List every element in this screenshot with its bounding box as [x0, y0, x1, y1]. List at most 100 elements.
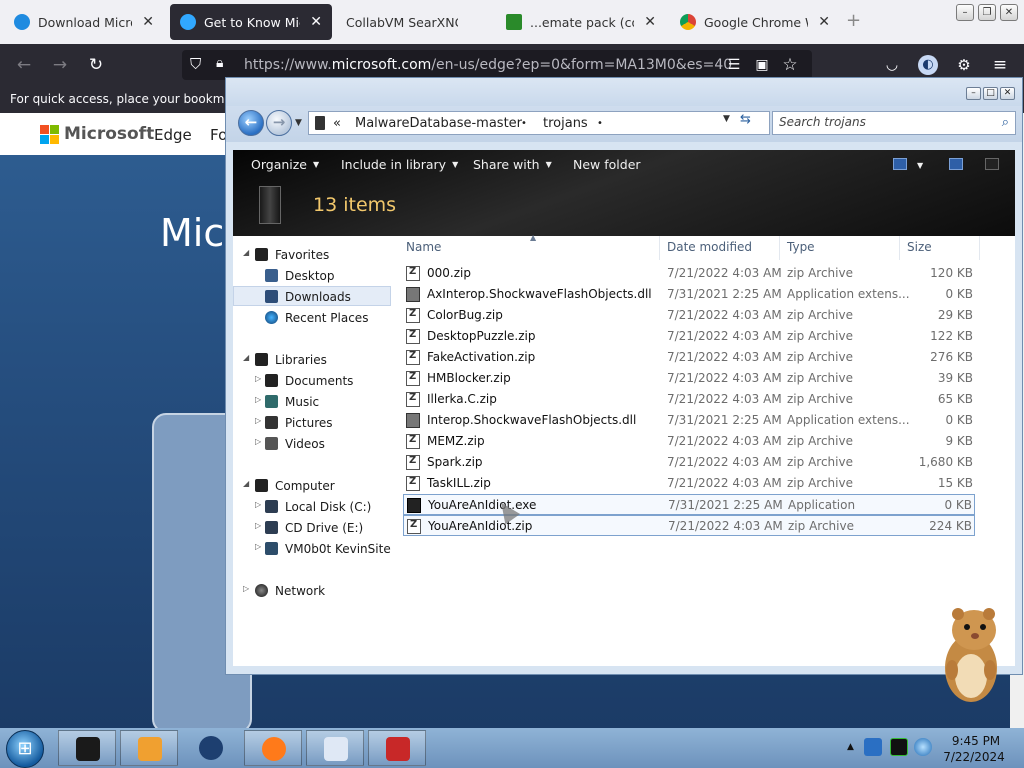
clock-time[interactable]: 9:45 PM — [946, 734, 1006, 748]
taskbar-app-toolbox[interactable] — [368, 730, 426, 766]
nav-item-videos[interactable]: ▷ Videos — [233, 434, 397, 454]
file-row[interactable]: Interop.ShockwaveFlashObjects.dll 7/31/20… — [403, 410, 975, 431]
file-row[interactable]: YouAreAnIdiot.zip 7/21/2022 4:03 AM zip Ar… — [403, 515, 975, 536]
file-row[interactable]: 000.zip 7/21/2022 4:03 AM zip Archive 120 K… — [403, 263, 975, 284]
column-divider[interactable] — [899, 236, 900, 260]
explorer-minimize-button[interactable]: – — [966, 87, 981, 100]
nav-item-network[interactable]: ▷ Network — [233, 581, 397, 601]
collapse-arrow-icon[interactable]: ▷ — [255, 521, 261, 530]
close-icon[interactable]: ✕ — [818, 14, 830, 30]
column-divider[interactable] — [659, 236, 660, 260]
expand-arrow-icon[interactable]: ◢ — [243, 353, 249, 362]
nav-item-pictures[interactable]: ▷ Pictures — [233, 413, 397, 433]
search-box[interactable]: ⌕ — [772, 111, 1016, 135]
nav-item-recent-places[interactable]: Recent Places — [233, 308, 397, 328]
nav-item-downloads[interactable]: Downloads — [233, 286, 391, 306]
close-icon[interactable]: ✕ — [142, 14, 154, 30]
file-row[interactable]: MEMZ.zip 7/21/2022 4:03 AM zip Archive 9 KB — [403, 431, 975, 452]
file-row[interactable]: Illerka.C.zip 7/21/2022 4:03 AM zip Archiv… — [403, 389, 975, 410]
taskbar-app-globe[interactable] — [182, 730, 240, 766]
nav-item-cd-drive[interactable]: ▷ CD Drive (E:) — [233, 518, 397, 538]
explorer-maximize-button[interactable]: □ — [983, 87, 998, 100]
file-row[interactable]: HMBlocker.zip 7/21/2022 4:03 AM zip Archiv… — [403, 368, 975, 389]
column-header-size[interactable]: Size — [907, 240, 932, 254]
file-row[interactable]: ColorBug.zip 7/21/2022 4:03 AM zip Archive… — [403, 305, 975, 326]
search-input[interactable] — [779, 115, 979, 129]
preview-pane-icon[interactable] — [949, 158, 963, 170]
new-folder-button[interactable]: New folder — [573, 157, 641, 172]
reader-view-icon[interactable]: ☰ — [724, 55, 744, 75]
action-center-icon[interactable] — [864, 738, 882, 756]
account-icon[interactable]: ◐ — [918, 55, 938, 75]
tab-google-chrome[interactable]: Google Chrome We ✕ — [670, 4, 840, 40]
explorer-close-button[interactable]: ✕ — [1000, 87, 1015, 100]
nav-item-documents[interactable]: ▷ Documents — [233, 371, 397, 391]
forward-arrow-icon[interactable]: → — [50, 55, 70, 75]
breadcrumb-trojans[interactable]: trojans — [543, 116, 588, 131]
change-view-icon[interactable] — [893, 158, 907, 170]
tab-get-to-know-microsoft[interactable]: Get to Know Microsoft ✕ — [170, 4, 332, 40]
collapse-arrow-icon[interactable]: ▷ — [255, 395, 261, 404]
collapse-arrow-icon[interactable]: ▷ — [255, 374, 261, 383]
network-status-icon[interactable] — [914, 738, 932, 756]
expand-arrow-icon[interactable]: ◢ — [243, 248, 249, 257]
column-divider[interactable] — [779, 236, 780, 260]
file-row[interactable]: DesktopPuzzle.zip 7/21/2022 4:03 AM zip Ar… — [403, 326, 975, 347]
minimize-button[interactable]: – — [956, 4, 974, 21]
taskbar-app-media-player[interactable] — [120, 730, 178, 766]
extensions-icon[interactable]: ⚙ — [954, 55, 974, 75]
file-row[interactable]: YouAreAnIdiot.exe 7/31/2021 2:25 AM Applic… — [403, 494, 975, 515]
breadcrumb[interactable]: « MalwareDatabase-master • trojans • — [308, 111, 770, 135]
file-row[interactable]: TaskILL.zip 7/21/2022 4:03 AM zip Archive 1… — [403, 473, 975, 494]
refresh-icon[interactable]: ⇆ — [740, 112, 751, 127]
nav-item-vm-share[interactable]: ▷ VM0b0t KevinSite — [233, 539, 397, 559]
breadcrumb-malwaredatabase[interactable]: MalwareDatabase-master — [355, 116, 522, 131]
nav-edge-link[interactable]: Edge — [154, 126, 192, 144]
taskbar-app-firefox[interactable] — [244, 730, 302, 766]
help-icon[interactable] — [985, 158, 999, 170]
new-tab-button[interactable]: + — [846, 10, 861, 31]
breadcrumb-separator[interactable]: • — [521, 118, 527, 129]
view-dropdown-icon[interactable]: ▼ — [917, 161, 923, 170]
back-arrow-icon[interactable]: ← — [14, 55, 34, 75]
shield-icon[interactable]: ⛉ — [190, 55, 201, 73]
nav-item-favorites[interactable]: ◢ Favorites — [233, 245, 397, 265]
reload-icon[interactable]: ↻ — [86, 55, 106, 75]
nav-item-libraries[interactable]: ◢ Libraries — [233, 350, 397, 370]
taskbar-app-notepad[interactable] — [306, 730, 364, 766]
organize-button[interactable]: Organize ▼ — [251, 157, 319, 172]
column-header-type[interactable]: Type — [787, 240, 815, 254]
collapse-arrow-icon[interactable]: ▷ — [255, 542, 261, 551]
microsoft-logo-icon[interactable] — [40, 125, 59, 144]
clock-date[interactable]: 7/22/2024 — [942, 750, 1006, 764]
url-bar[interactable]: ⛉ 🔒︎ https://www.microsoft.com/en-us/edg… — [182, 50, 812, 80]
display-icon[interactable] — [890, 738, 908, 756]
tray-expand-icon[interactable]: ▲ — [847, 742, 854, 752]
include-in-library-button[interactable]: Include in library ▼ — [341, 157, 458, 172]
nav-item-desktop[interactable]: Desktop — [233, 266, 397, 286]
forward-button[interactable]: → — [266, 110, 292, 136]
menu-icon[interactable]: ≡ — [990, 55, 1010, 75]
url-text[interactable]: https://www.microsoft.com/en-us/edge?ep=… — [244, 57, 732, 73]
tab-download-microsoft[interactable]: Download Microsoft ✕ — [4, 4, 164, 40]
lock-icon[interactable]: 🔒︎ — [216, 55, 223, 71]
column-divider[interactable] — [979, 236, 980, 260]
nav-item-computer[interactable]: ◢ Computer — [233, 476, 397, 496]
close-window-button[interactable]: ✕ — [1000, 4, 1018, 21]
recent-pages-dropdown[interactable]: ▼ — [295, 118, 302, 128]
microsoft-brand[interactable]: Microsoft — [64, 124, 154, 144]
tab-collabvm-searxng[interactable]: CollabVM SearXNG — [336, 4, 486, 40]
bookmark-star-icon[interactable]: ☆ — [780, 55, 800, 75]
taskbar-app-explorer-window[interactable] — [58, 730, 116, 766]
nav-item-music[interactable]: ▷ Music — [233, 392, 397, 412]
column-header-name[interactable]: Name — [406, 240, 441, 254]
breadcrumb-overflow[interactable]: « — [333, 116, 341, 131]
collapse-arrow-icon[interactable]: ▷ — [243, 584, 249, 593]
search-icon[interactable]: ⌕ — [1002, 115, 1009, 130]
breadcrumb-separator[interactable]: • — [597, 118, 603, 129]
expand-arrow-icon[interactable]: ◢ — [243, 479, 249, 488]
close-icon[interactable]: ✕ — [644, 14, 656, 30]
nav-item-local-disk[interactable]: ▷ Local Disk (C:) — [233, 497, 397, 517]
file-row[interactable]: FakeActivation.zip 7/21/2022 4:03 AM zip A… — [403, 347, 975, 368]
maximize-button[interactable]: ❐ — [978, 4, 996, 21]
